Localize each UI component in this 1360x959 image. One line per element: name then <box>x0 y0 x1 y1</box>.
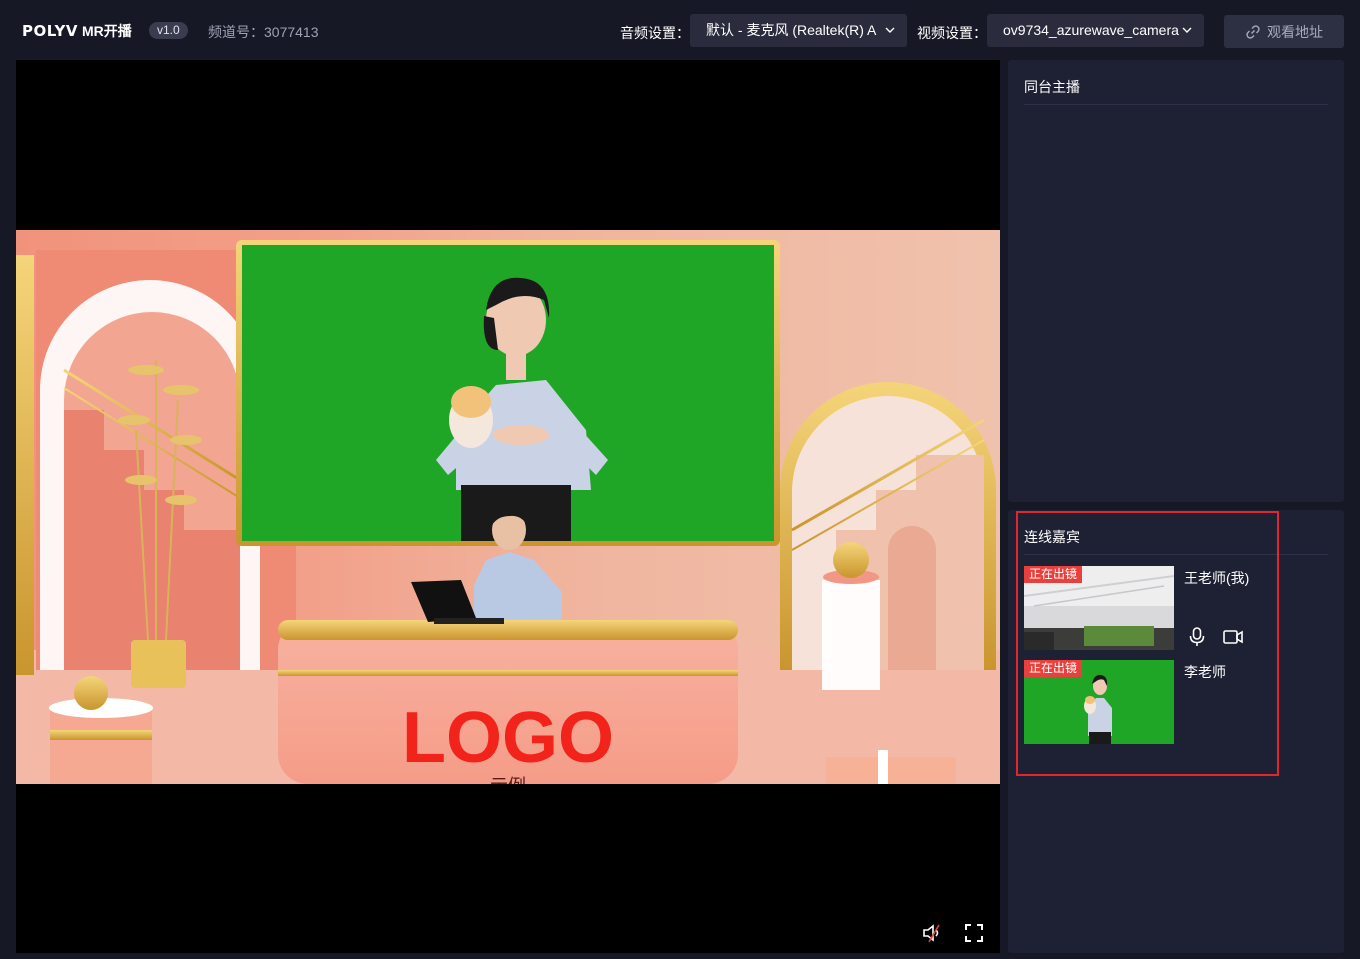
audio-settings-label: 音频设置： <box>620 25 690 41</box>
guest-panel-title: 连线嘉宾 <box>1024 529 1080 545</box>
guest-item[interactable]: 正在出镜 王老师(我) <box>1024 566 1324 650</box>
audio-device-value: 默认 - 麦克风 (Realtek(R) A <box>706 22 877 38</box>
guest-video-thumbnail[interactable]: 正在出镜 <box>1024 566 1174 650</box>
microphone-icon[interactable] <box>1186 626 1208 648</box>
product-name: MR开播 <box>81 23 132 39</box>
cohost-panel: 同台主播 <box>1008 60 1344 502</box>
video-device-select[interactable]: ov9734_azurewave_camera <box>987 14 1204 47</box>
studio-backdrop: LOGO 示例 <box>16 240 1000 784</box>
guest-name: 王老师(我) <box>1184 570 1250 586</box>
divider <box>1024 104 1328 105</box>
desk-logo-text: LOGO <box>402 698 614 778</box>
version-badge: v1.0 <box>149 22 188 39</box>
video-device-value: ov9734_azurewave_camera <box>1003 22 1179 38</box>
divider <box>1024 554 1328 555</box>
watch-link-button[interactable]: 观看地址 <box>1224 15 1344 48</box>
live-status-badge: 正在出镜 <box>1024 566 1083 583</box>
desk-sub-text: 示例 <box>490 776 526 784</box>
guest-video-thumbnail[interactable]: 正在出镜 <box>1024 660 1174 744</box>
channel-number: 频道号：3077413 <box>208 24 319 40</box>
cohost-panel-title: 同台主播 <box>1024 79 1080 95</box>
app-logo: POLYV MR开播 <box>22 21 132 41</box>
chevron-down-icon <box>1182 27 1192 33</box>
guest-item[interactable]: 正在出镜 李老师 <box>1024 660 1324 744</box>
top-bar: POLYV MR开播 v1.0 频道号：3077413 音频设置： 默认 - 麦… <box>0 0 1360 60</box>
stage-controls <box>920 921 986 945</box>
live-status-badge: 正在出镜 <box>1024 660 1083 677</box>
watch-link-label: 观看地址 <box>1267 23 1323 40</box>
guest-controls <box>1186 626 1244 648</box>
guest-name: 李老师 <box>1184 664 1226 680</box>
video-settings-label: 视频设置： <box>917 25 987 41</box>
live-preview-stage: LOGO 示例 <box>16 60 1000 953</box>
chevron-down-icon <box>885 27 895 33</box>
speaker-muted-icon[interactable] <box>920 921 944 945</box>
link-icon <box>1246 24 1260 39</box>
guest-panel: 连线嘉宾 正在出镜 王老师(我) 正在出镜 李老师 <box>1008 510 1344 953</box>
camera-icon[interactable] <box>1222 626 1244 648</box>
audio-device-select[interactable]: 默认 - 麦克风 (Realtek(R) A <box>690 14 907 47</box>
fullscreen-icon[interactable] <box>962 921 986 945</box>
brand-logo-text: POLYV <box>22 22 78 40</box>
virtual-studio-scene: LOGO 示例 <box>16 230 1000 784</box>
